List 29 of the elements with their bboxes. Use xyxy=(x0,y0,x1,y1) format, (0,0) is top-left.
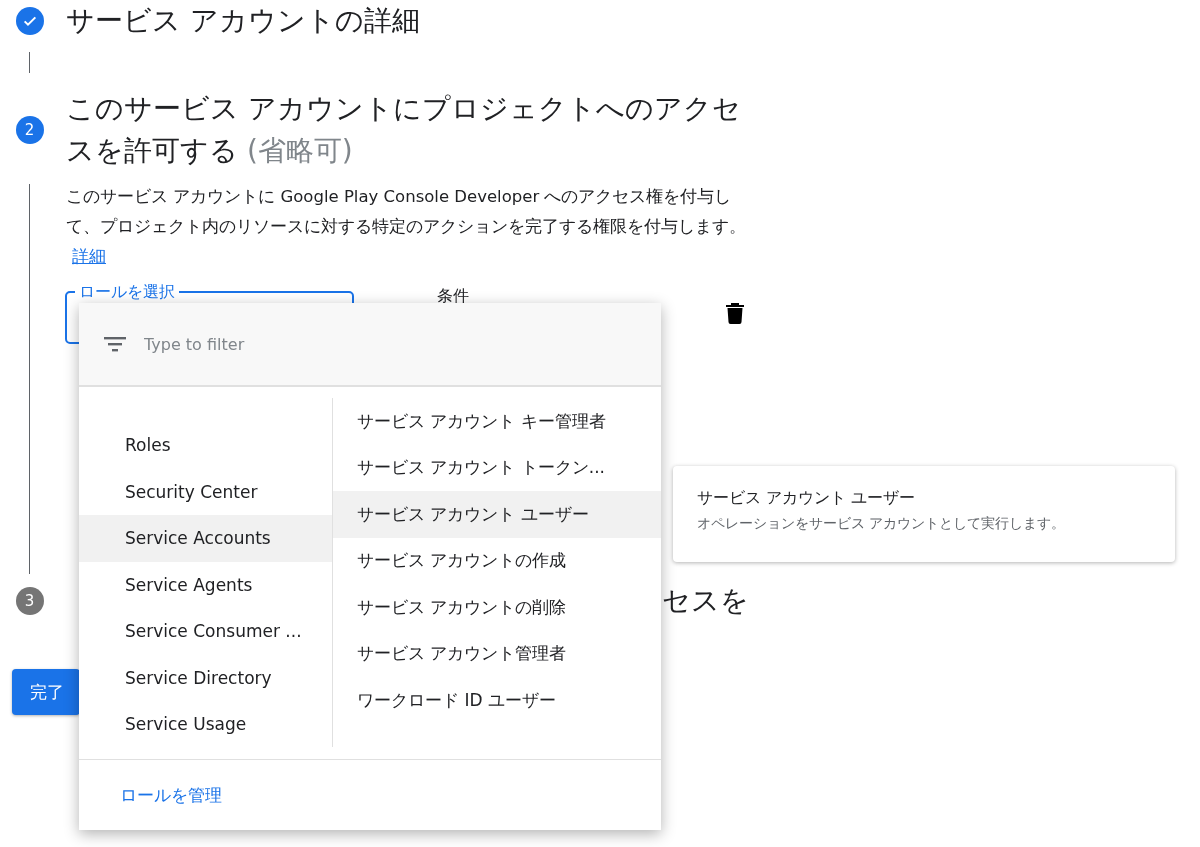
role-item[interactable]: サービス アカウント管理者 xyxy=(333,630,661,677)
step-title: サービス アカウントの詳細 xyxy=(66,3,421,39)
filter-icon xyxy=(104,336,126,352)
step-number: 2 xyxy=(15,116,44,144)
step-title: セスを xyxy=(662,583,750,619)
condition-label: 条件 xyxy=(437,286,469,307)
role-item[interactable]: サービス アカウント キー管理者 xyxy=(333,398,661,445)
manage-roles-link[interactable]: ロールを管理 xyxy=(120,784,222,807)
category-item[interactable]: Service Directory xyxy=(79,654,332,701)
category-item[interactable]: Service Usage xyxy=(79,701,332,748)
step-description: このサービス アカウントに Google Play Console Developer へのアクセス権を付与して、プロジェクト内のリソースに対する特定のアクションを完了する権限を付与します。 詳細 xyxy=(66,186,747,268)
role-item[interactable]: サービス アカウント ユーザー xyxy=(333,491,661,538)
tooltip-description: オペレーションをサービス アカウントとして実行します。 xyxy=(697,515,1067,533)
step-title: このサービス アカウントにプロジェクトへのアクセスを許可する (省略可) xyxy=(66,91,742,169)
role-item[interactable]: サービス アカウントの削除 xyxy=(333,584,661,631)
tooltip-title: サービス アカウント ユーザー xyxy=(697,488,917,509)
delete-icon[interactable] xyxy=(725,302,745,324)
step-number: 3 xyxy=(15,587,44,615)
filter-field[interactable]: Type to filter xyxy=(142,333,546,355)
role-item[interactable]: サービス アカウントの作成 xyxy=(333,537,661,584)
category-item[interactable]: Service Agents xyxy=(79,561,332,608)
role-item[interactable]: ワークロード ID ユーザー xyxy=(333,677,661,724)
category-item[interactable]: Service Consumer ... xyxy=(79,608,332,655)
role-item[interactable]: サービス アカウント トークン... xyxy=(333,444,661,491)
category-item[interactable]: Service Accounts xyxy=(79,515,332,562)
category-item[interactable]: Security Center xyxy=(79,468,332,515)
category-item[interactable]: Roles xyxy=(79,422,332,469)
details-link[interactable]: 詳細 xyxy=(72,247,106,266)
done-button[interactable]: 完了 xyxy=(12,669,80,715)
